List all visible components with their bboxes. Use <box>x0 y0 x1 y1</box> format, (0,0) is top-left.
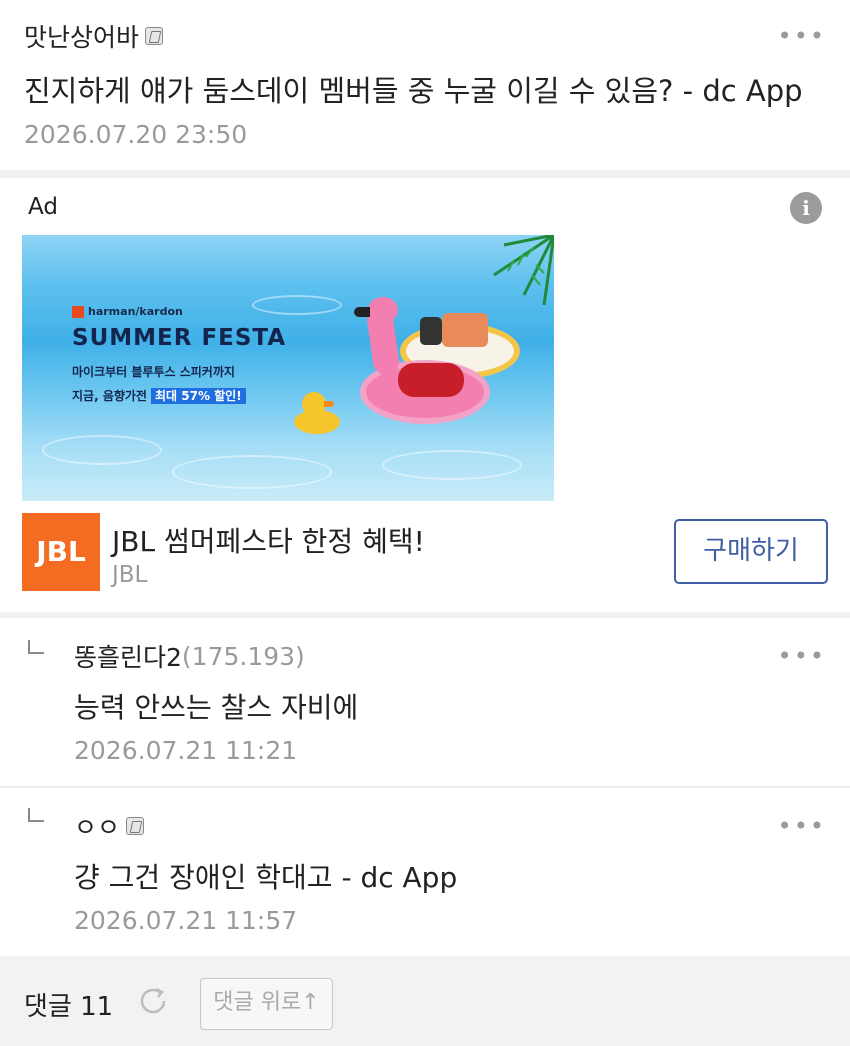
ad-label: Ad <box>28 194 58 220</box>
comment-item: ㅇㅇ ••• 걍 그건 장애인 학대고 - dc App 2026.07.21 … <box>0 788 850 956</box>
reply-arrow-icon <box>28 808 44 822</box>
comment-author-name[interactable]: 똥흘린다2 <box>74 638 182 674</box>
comment-toolbar: 댓글 11 댓글 위로↑ <box>0 956 850 1046</box>
comment-date: 2026.07.21 11:57 <box>74 906 298 935</box>
refresh-icon[interactable] <box>136 984 170 1018</box>
post-date: 2026.07.20 23:50 <box>24 120 248 149</box>
speaker-image <box>420 317 442 345</box>
section-divider <box>0 170 850 178</box>
speaker-image <box>398 363 464 397</box>
comment-date: 2026.07.21 11:21 <box>74 736 298 765</box>
scroll-to-comments-top-button[interactable]: 댓글 위로↑ <box>200 978 333 1030</box>
palm-leaf-icon <box>493 235 554 305</box>
speaker-image <box>442 313 488 347</box>
ad-banner-image[interactable]: harman/kardon SUMMER FESTA 마이크부터 블루투스 스피… <box>22 235 554 501</box>
post-author-name[interactable]: 맛난상어바 <box>24 18 139 54</box>
post-header: 맛난상어바 ••• 진지하게 얘가 둠스데이 멤버들 중 누굴 이길 수 있음?… <box>0 0 850 170</box>
buy-button[interactable]: 구매하기 <box>674 519 828 584</box>
comment-author-ip: (175.193) <box>181 641 305 671</box>
comment-count: 댓글 11 <box>24 992 114 1022</box>
comment-item: 똥흘린다2 (175.193) ••• 능력 안쓰는 찰스 자비에 2026.07… <box>0 618 850 786</box>
comment-author[interactable]: 똥흘린다2 (175.193) <box>74 638 305 674</box>
post-author[interactable]: 맛난상어바 <box>24 18 164 54</box>
rubber-duck-head <box>302 392 326 416</box>
ad-brand: JBL <box>112 562 148 588</box>
comment-more-icon[interactable]: ••• <box>778 642 826 670</box>
fixed-nick-icon <box>126 817 145 835</box>
comment-text: 걍 그건 장애인 학대고 - dc App <box>74 861 458 894</box>
jbl-logo[interactable]: JBL <box>22 513 100 591</box>
comment-more-icon[interactable]: ••• <box>778 812 826 840</box>
info-icon[interactable]: i <box>790 192 822 224</box>
post-more-icon[interactable]: ••• <box>778 22 826 50</box>
post-title: 진지하게 얘가 둠스데이 멤버들 중 누굴 이길 수 있음? - dc App <box>24 74 803 108</box>
comment-author-name[interactable]: ㅇㅇ <box>74 808 120 844</box>
banner-discount-badge: 최대 57% 할인! <box>150 388 246 404</box>
comment-text: 능력 안쓰는 찰스 자비에 <box>74 691 359 724</box>
harman-kardon-logo: harman/kardon <box>72 305 183 318</box>
reply-arrow-icon <box>28 640 44 654</box>
flamingo-beak <box>354 307 370 317</box>
fixed-nick-icon <box>145 27 164 45</box>
banner-line2: 지금, 음향가전 최대 57% 할인! <box>72 387 246 404</box>
rubber-duck-beak <box>324 401 334 407</box>
banner-headline: SUMMER FESTA <box>72 325 287 351</box>
ad-title[interactable]: JBL 썸머페스타 한정 혜택! <box>112 520 425 560</box>
ad-block: Ad i harman/kardon SUMMER FESTA 마이크부터 블루… <box>0 178 850 612</box>
banner-line1: 마이크부터 블루투스 스피커까지 <box>72 365 235 379</box>
comment-author[interactable]: ㅇㅇ <box>74 808 145 844</box>
flamingo-head <box>368 297 398 323</box>
